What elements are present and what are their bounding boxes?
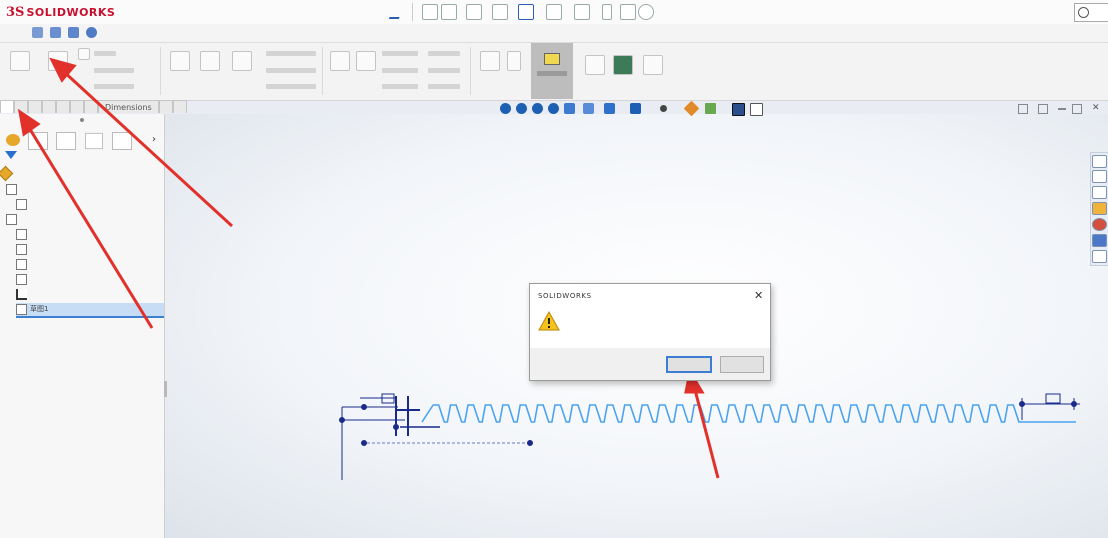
thread-profile-sketch xyxy=(421,404,1076,423)
cancel-button[interactable] xyxy=(720,356,764,373)
sketch-point xyxy=(527,440,533,446)
sketch-point xyxy=(1071,401,1077,407)
sketch-point xyxy=(339,417,345,423)
warning-icon xyxy=(538,311,560,331)
sketch-point xyxy=(361,440,367,446)
dimension-value-box xyxy=(1045,393,1061,404)
sketch-point xyxy=(393,424,399,430)
sketch-point xyxy=(361,404,367,410)
ok-button[interactable] xyxy=(666,356,712,373)
annotation-arrow-line xyxy=(60,68,234,228)
annotation-arrowhead xyxy=(17,108,41,137)
close-icon[interactable]: ✕ xyxy=(754,289,763,302)
sketch-point xyxy=(1019,401,1025,407)
dialog-title: SOLIDWORKS xyxy=(538,292,592,300)
sketch-canvas xyxy=(17,57,1080,480)
annotation-arrow-line xyxy=(26,125,154,329)
annotation-arrow-line xyxy=(692,385,720,479)
warning-dialog: SOLIDWORKS ✕ xyxy=(529,283,771,381)
annotation-arrows xyxy=(17,57,720,479)
